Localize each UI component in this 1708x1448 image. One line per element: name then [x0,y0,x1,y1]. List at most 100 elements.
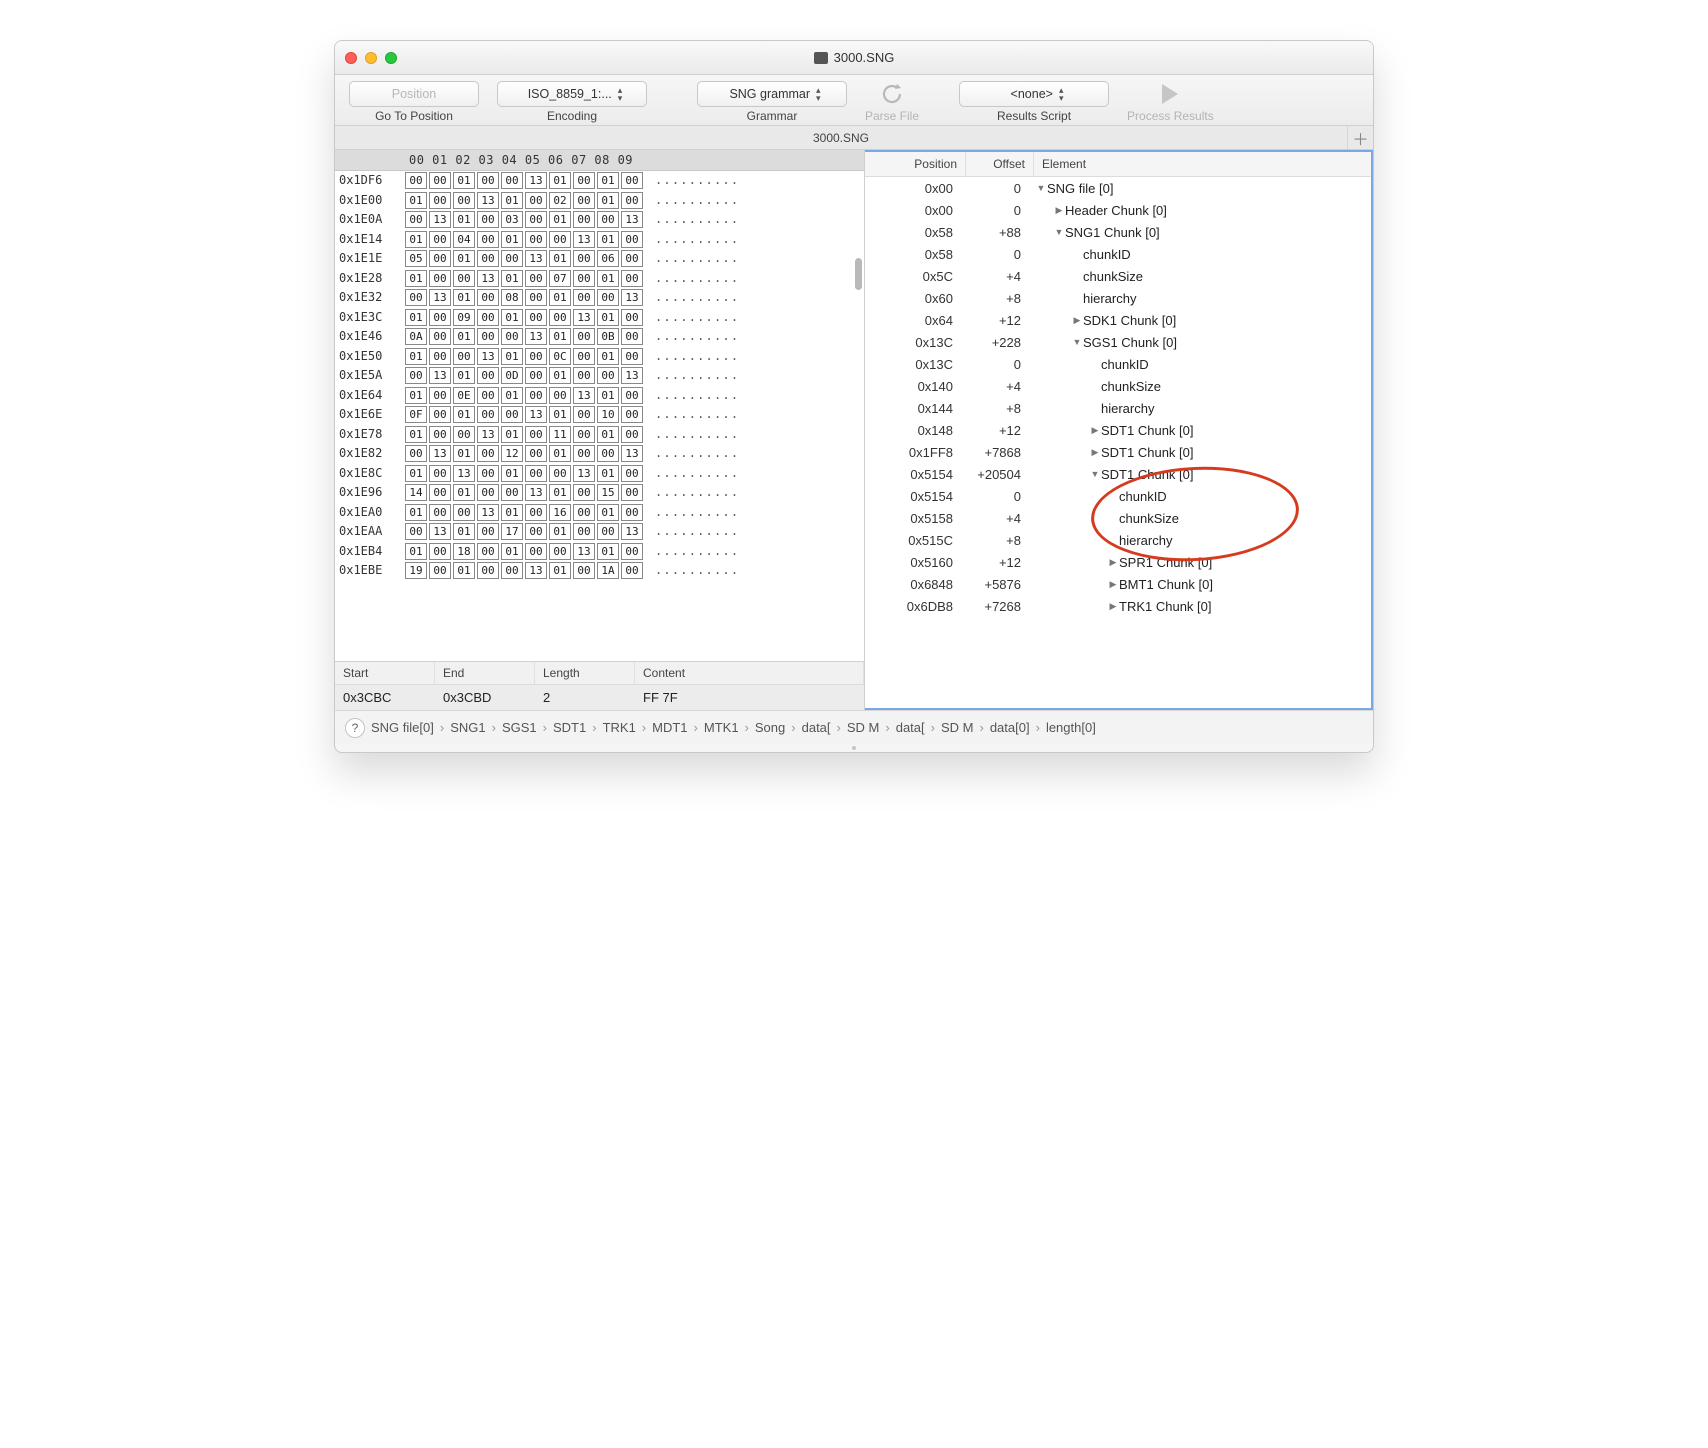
hex-byte[interactable]: 00 [429,465,451,482]
breadcrumb-path[interactable]: SNG file[0]›SNG1›SGS1›SDT1›TRK1›MDT1›MTK… [371,720,1096,735]
hex-byte[interactable]: 00 [453,426,475,443]
hex-byte[interactable]: 01 [405,348,427,365]
hex-byte[interactable]: 00 [429,562,451,579]
hex-byte[interactable]: 00 [477,543,499,560]
hex-byte[interactable]: 00 [597,523,619,540]
hex-byte[interactable]: 00 [429,328,451,345]
hex-byte[interactable]: 01 [597,270,619,287]
chevron-right-icon[interactable]: ▶ [1071,315,1083,326]
hex-byte[interactable]: 00 [429,172,451,189]
hex-byte[interactable]: 00 [573,328,595,345]
hex-byte[interactable]: 14 [405,484,427,501]
hex-byte[interactable]: 01 [597,543,619,560]
hex-byte[interactable]: 00 [429,192,451,209]
breadcrumb-item[interactable]: TRK1 [603,720,636,735]
hex-byte[interactable]: 01 [549,250,571,267]
hex-byte[interactable]: 01 [597,192,619,209]
hex-byte[interactable]: 01 [597,465,619,482]
hex-byte[interactable]: 01 [453,562,475,579]
hex-byte[interactable]: 00 [453,270,475,287]
hex-byte[interactable]: 00 [501,406,523,423]
hex-byte[interactable]: 00 [477,211,499,228]
hex-byte[interactable]: 00 [549,309,571,326]
hex-byte[interactable]: 00 [405,211,427,228]
hex-byte[interactable]: 02 [549,192,571,209]
hex-byte[interactable]: 00 [597,289,619,306]
hex-byte[interactable]: 00 [621,328,643,345]
hex-row[interactable]: 0x1E3C01000900010000130100.......... [339,308,864,328]
hex-byte[interactable]: 00 [525,348,547,365]
chevron-right-icon[interactable]: ▶ [1107,557,1119,568]
hex-byte[interactable]: 0A [405,328,427,345]
breadcrumb-item[interactable]: SD M [847,720,880,735]
tree-row[interactable]: 0x5C+4 chunkSize [865,265,1371,287]
tree-row[interactable]: 0x580 chunkID [865,243,1371,265]
results-script-select[interactable]: <none> ▴▾ [959,81,1109,107]
hex-row[interactable]: 0x1E8C01001300010000130100.......... [339,464,864,484]
grammar-select[interactable]: SNG grammar ▴▾ [697,81,847,107]
hex-byte[interactable]: 00 [525,465,547,482]
hex-byte[interactable]: 00 [477,445,499,462]
hex-byte[interactable]: 00 [405,523,427,540]
hex-row[interactable]: 0x1E9614000100001301001500.......... [339,483,864,503]
hex-byte[interactable]: 00 [429,270,451,287]
hex-byte[interactable]: 00 [573,172,595,189]
hex-byte[interactable]: 00 [525,270,547,287]
chevron-right-icon[interactable]: ▶ [1107,601,1119,612]
hex-byte[interactable]: 0D [501,367,523,384]
hex-row[interactable]: 0x1DF600000100001301000100.......... [339,171,864,191]
hex-byte[interactable]: 13 [621,445,643,462]
hex-row[interactable]: 0x1E1E05000100001301000600.......... [339,249,864,269]
hex-byte[interactable]: 01 [597,426,619,443]
hex-byte[interactable]: 01 [597,387,619,404]
hex-row[interactable]: 0x1E0001000013010002000100.......... [339,191,864,211]
hex-byte[interactable]: 01 [549,367,571,384]
hex-byte[interactable]: 13 [477,270,499,287]
breadcrumb-item[interactable]: SD M [941,720,974,735]
hex-byte[interactable]: 00 [477,562,499,579]
hex-byte[interactable]: 00 [621,309,643,326]
hex-byte[interactable]: 01 [405,543,427,560]
chevron-right-icon[interactable]: ▶ [1089,447,1101,458]
hex-byte[interactable]: 13 [573,309,595,326]
hex-byte[interactable]: 13 [525,562,547,579]
hex-row[interactable]: 0x1E460A000100001301000B00.......... [339,327,864,347]
hex-byte[interactable]: 01 [501,465,523,482]
hex-byte[interactable]: 00 [429,426,451,443]
hex-row[interactable]: 0x1E2801000013010007000100.......... [339,269,864,289]
hex-byte[interactable]: 00 [477,250,499,267]
breadcrumb-item[interactable]: length[0] [1046,720,1096,735]
breadcrumb-item[interactable]: SNG1 [450,720,485,735]
hex-byte[interactable]: 13 [429,367,451,384]
hex-byte[interactable]: 00 [525,211,547,228]
hex-byte[interactable]: 00 [573,484,595,501]
hex-byte[interactable]: 00 [573,406,595,423]
process-results-button[interactable] [1155,81,1185,107]
hex-byte[interactable]: 01 [453,172,475,189]
hex-byte[interactable]: 01 [597,172,619,189]
hex-byte[interactable]: 00 [429,504,451,521]
hex-byte[interactable]: 00 [573,367,595,384]
hex-byte[interactable]: 00 [405,172,427,189]
hex-byte[interactable]: 13 [621,211,643,228]
hex-byte[interactable]: 00 [573,192,595,209]
hex-byte[interactable]: 00 [453,504,475,521]
hex-byte[interactable]: 01 [501,192,523,209]
chevron-right-icon[interactable]: ▶ [1107,579,1119,590]
hex-byte[interactable]: 0C [549,348,571,365]
hex-byte[interactable]: 00 [429,250,451,267]
hex-byte[interactable]: 00 [525,387,547,404]
hex-byte[interactable]: 01 [549,484,571,501]
hex-byte[interactable]: 01 [549,289,571,306]
hex-byte[interactable]: 00 [621,172,643,189]
hex-byte[interactable]: 00 [573,250,595,267]
hex-byte[interactable]: 00 [405,367,427,384]
hex-byte[interactable]: 00 [597,367,619,384]
hex-byte[interactable]: 00 [501,484,523,501]
hex-byte[interactable]: 01 [405,465,427,482]
hex-byte[interactable]: 00 [429,231,451,248]
hex-byte[interactable]: 13 [573,543,595,560]
hex-byte[interactable]: 00 [573,523,595,540]
hex-byte[interactable]: 00 [573,348,595,365]
hex-byte[interactable]: 00 [621,250,643,267]
